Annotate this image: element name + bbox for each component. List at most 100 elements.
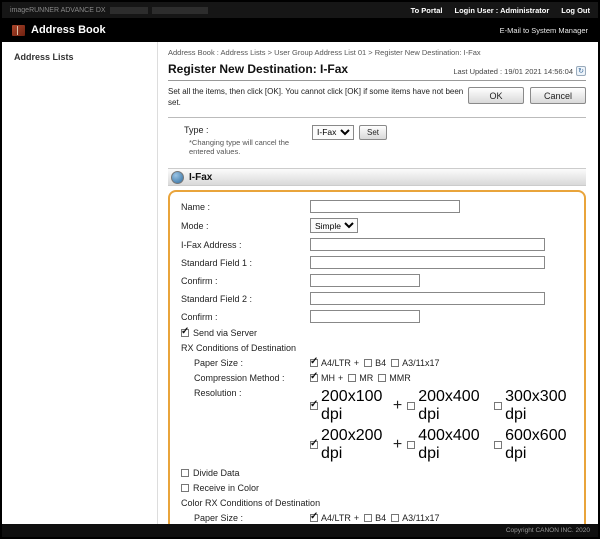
divide-data-row: Divide Data — [178, 468, 576, 478]
logout-link[interactable]: Log Out — [561, 6, 590, 15]
rx-paper-b4[interactable]: B4 — [364, 358, 386, 368]
rx-res-200x100-label: 200x100 dpi — [321, 388, 390, 424]
color-paper-b4-label: B4 — [375, 513, 386, 523]
rx-compression-mmr-checkbox[interactable] — [378, 374, 386, 382]
form-row-ifax-address: I-Fax Address : — [178, 238, 576, 251]
rx-resolution-row: Resolution : 200x100 dpi + 200x400 dpi — [178, 388, 576, 463]
rx-compression-mr[interactable]: MR — [348, 373, 373, 383]
rx-res-300x300-checkbox[interactable] — [494, 402, 502, 410]
plus-separator: + — [338, 373, 343, 383]
rx-res-600x600[interactable]: 600x600 dpi — [494, 427, 576, 463]
ifax-section-header: I-Fax — [168, 168, 586, 186]
rx-res-200x100[interactable]: 200x100 dpi + — [310, 388, 402, 424]
send-via-server-row: Send via Server — [178, 328, 576, 338]
rx-res-400x400[interactable]: 400x400 dpi — [407, 427, 489, 463]
device-name: imageRUNNER ADVANCE DX — [10, 7, 106, 14]
rx-paper-b4-label: B4 — [375, 358, 386, 368]
type-select[interactable]: I-Fax — [312, 125, 354, 140]
color-paper-size-row: Paper Size : A4/LTR + B4 — [178, 513, 576, 523]
color-paper-a4ltr-checkbox[interactable] — [310, 514, 318, 522]
rx-res-400x400-checkbox[interactable] — [407, 441, 415, 449]
form-row-confirm-1: Confirm : — [178, 274, 576, 287]
color-rx-conditions-title: Color RX Conditions of Destination — [178, 498, 576, 508]
rx-compression-mh-checkbox[interactable] — [310, 374, 318, 382]
email-to-system-manager-link[interactable]: E-Mail to System Manager — [500, 26, 588, 35]
rx-compression-row: Compression Method : MH + MR — [178, 373, 576, 383]
redacted-block — [152, 7, 208, 14]
form-row-standard-field-1: Standard Field 1 : — [178, 256, 576, 269]
name-input[interactable] — [310, 200, 460, 213]
type-label: Type : — [184, 125, 312, 135]
name-label: Name : — [178, 202, 310, 212]
ifax-address-label: I-Fax Address : — [178, 240, 310, 250]
color-paper-a3[interactable]: A3/11x17 — [391, 513, 439, 523]
cancel-button[interactable]: Cancel — [530, 87, 586, 104]
rx-res-200x100-checkbox[interactable] — [310, 402, 318, 410]
rx-res-300x300-label: 300x300 dpi — [505, 388, 576, 424]
confirm-2-input[interactable] — [310, 310, 420, 323]
rx-res-200x400[interactable]: 200x400 dpi — [407, 388, 489, 424]
type-section: Type : *Changing type will cancel the en… — [168, 117, 586, 167]
rx-res-200x400-label: 200x400 dpi — [418, 388, 489, 424]
rx-paper-a4ltr-checkbox[interactable] — [310, 359, 318, 367]
standard-field-1-label: Standard Field 1 : — [178, 258, 310, 268]
footer-bar: Copyright CANON INC. 2020 — [2, 524, 598, 537]
color-paper-a3-checkbox[interactable] — [391, 514, 399, 522]
top-links: To Portal Login User : Administrator Log… — [411, 6, 590, 15]
plus-separator: + — [393, 436, 402, 454]
rx-paper-a3-checkbox[interactable] — [391, 359, 399, 367]
copyright-text: Copyright CANON INC. 2020 — [506, 527, 590, 534]
color-paper-b4-checkbox[interactable] — [364, 514, 372, 522]
plus-separator: + — [354, 358, 359, 368]
receive-in-color-row: Receive in Color — [178, 483, 576, 493]
ifax-icon — [171, 171, 184, 184]
form-row-mode: Mode : Simple — [178, 218, 576, 233]
refresh-icon[interactable]: ↻ — [576, 66, 586, 76]
top-device-bar: imageRUNNER ADVANCE DX To Portal Login U… — [2, 2, 598, 18]
rx-res-300x300[interactable]: 300x300 dpi — [494, 388, 576, 424]
login-user-label: Login User : Administrator — [455, 6, 550, 15]
rx-paper-size-row: Paper Size : A4/LTR + B4 — [178, 358, 576, 368]
rx-compression-mmr[interactable]: MMR — [378, 373, 411, 383]
rx-compression-mr-checkbox[interactable] — [348, 374, 356, 382]
app-header: Address Book E-Mail to System Manager — [2, 18, 598, 42]
mode-select[interactable]: Simple — [310, 218, 358, 233]
rx-paper-size-label: Paper Size : — [178, 358, 310, 368]
divide-data-label: Divide Data — [193, 468, 240, 478]
color-paper-a3-label: A3/11x17 — [402, 513, 439, 523]
rx-compression-mh[interactable]: MH + — [310, 373, 343, 383]
remote-ui-page: imageRUNNER ADVANCE DX To Portal Login U… — [0, 0, 600, 539]
type-label-block: Type : *Changing type will cancel the en… — [184, 125, 312, 158]
sidebar-item-address-lists[interactable]: Address Lists — [14, 52, 145, 62]
set-button[interactable]: Set — [359, 125, 387, 140]
confirm-1-input[interactable] — [310, 274, 420, 287]
type-note: *Changing type will cancel the entered v… — [184, 138, 302, 158]
rx-resolution-label: Resolution : — [178, 388, 310, 398]
color-paper-b4[interactable]: B4 — [364, 513, 386, 523]
rx-res-600x600-checkbox[interactable] — [494, 441, 502, 449]
rx-paper-a3[interactable]: A3/11x17 — [391, 358, 439, 368]
rx-res-200x200-checkbox[interactable] — [310, 441, 318, 449]
rx-res-200x400-checkbox[interactable] — [407, 402, 415, 410]
rx-res-200x200[interactable]: 200x200 dpi + — [310, 427, 402, 463]
rx-compression-mr-label: MR — [359, 373, 373, 383]
breadcrumb[interactable]: Address Book : Address Lists > User Grou… — [168, 48, 586, 57]
send-via-server-checkbox[interactable] — [181, 329, 189, 337]
receive-in-color-checkbox[interactable] — [181, 484, 189, 492]
rx-paper-a4ltr[interactable]: A4/LTR + — [310, 358, 359, 368]
color-paper-a4ltr[interactable]: A4/LTR + — [310, 513, 359, 523]
divide-data-checkbox[interactable] — [181, 469, 189, 477]
rx-paper-b4-checkbox[interactable] — [364, 359, 372, 367]
ifax-address-input[interactable] — [310, 238, 545, 251]
action-buttons: OK Cancel — [468, 87, 586, 104]
standard-field-2-input[interactable] — [310, 292, 545, 305]
main-content: Address Book : Address Lists > User Grou… — [158, 42, 598, 524]
ok-button[interactable]: OK — [468, 87, 524, 104]
confirm-1-label: Confirm : — [178, 276, 310, 286]
page-title: Register New Destination: I-Fax — [168, 62, 348, 76]
rx-res-600x600-label: 600x600 dpi — [505, 427, 576, 463]
form-row-standard-field-2: Standard Field 2 : — [178, 292, 576, 305]
to-portal-link[interactable]: To Portal — [411, 6, 443, 15]
rx-compression-mmr-label: MMR — [389, 373, 411, 383]
standard-field-1-input[interactable] — [310, 256, 545, 269]
